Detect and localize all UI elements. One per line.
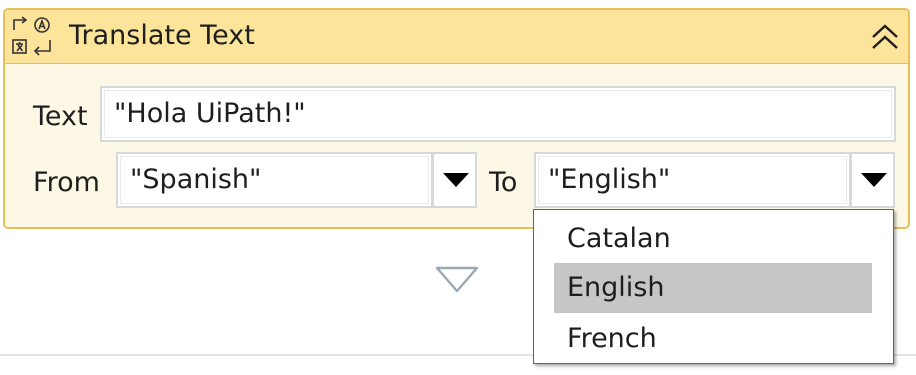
option-english[interactable]: English [554,263,872,313]
translate-icon [12,16,51,56]
activity-title: Translate Text [69,20,255,51]
to-language-dropdown-button[interactable] [850,152,895,208]
to-language-input[interactable]: "English" [534,152,851,208]
connector-arrow-icon [435,266,479,293]
from-label: From [33,167,100,198]
text-input[interactable]: "Hola UiPath!" [100,86,896,142]
from-language-input[interactable]: "Spanish" [116,152,433,208]
text-label: Text [33,101,88,132]
designer-canvas: Translate Text Text "Hola UiPath!" From … [0,0,916,375]
activity-header[interactable]: Translate Text [5,10,908,64]
caret-down-icon [861,173,887,187]
option-french[interactable]: French [554,314,872,364]
to-language-options-list[interactable]: Catalan English French [533,209,894,364]
double-chevron-up-icon[interactable] [870,22,900,52]
translate-text-activity[interactable]: Translate Text Text "Hola UiPath!" From … [3,8,910,229]
caret-down-icon [443,173,469,187]
to-label: To [489,167,518,198]
from-language-dropdown-button[interactable] [432,152,477,208]
option-catalan[interactable]: Catalan [554,214,872,264]
